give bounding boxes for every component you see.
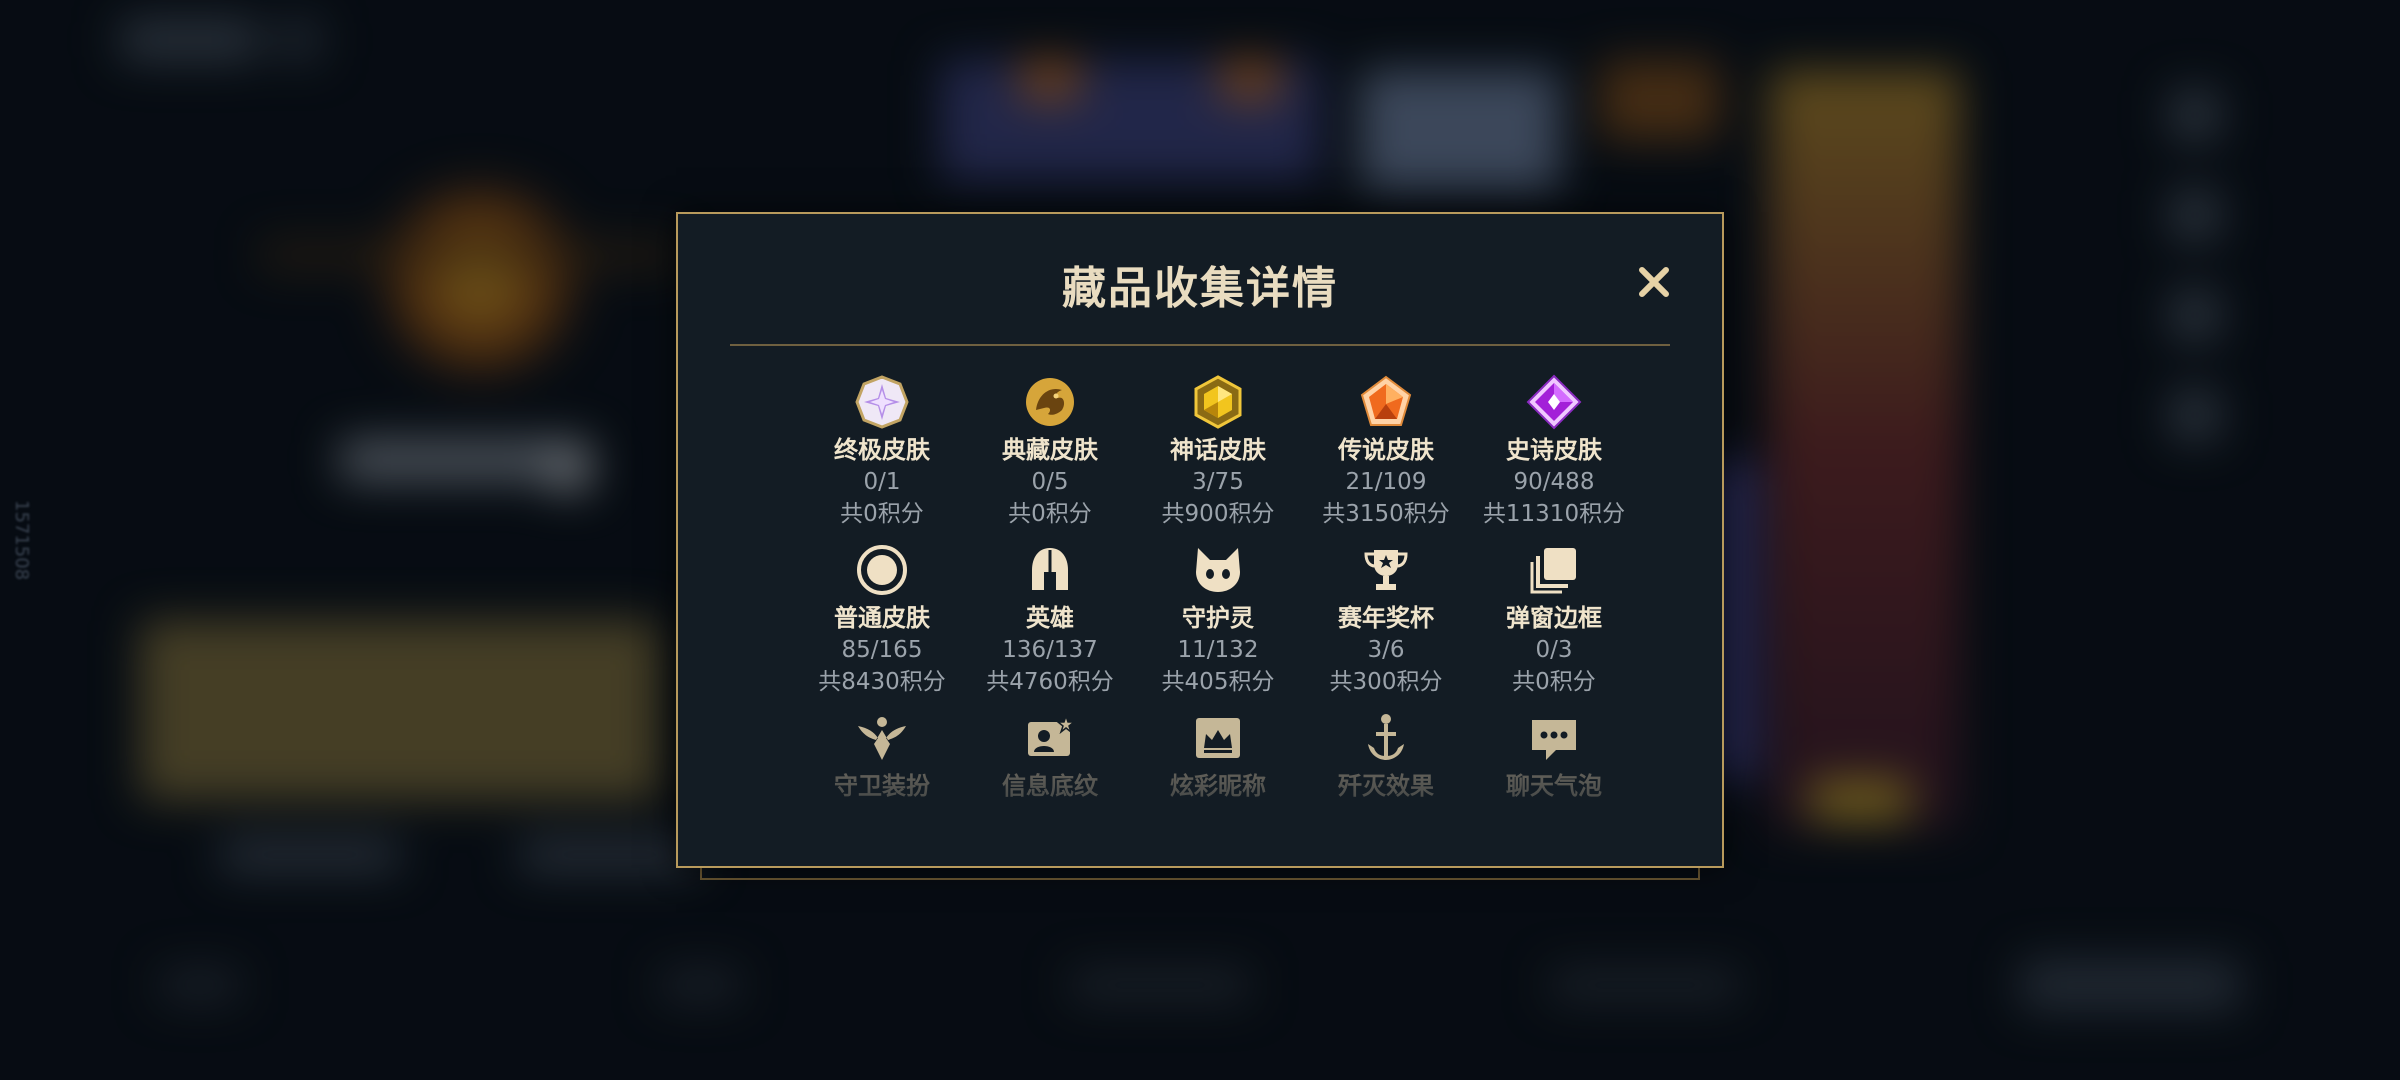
epic-skin-icon <box>1526 374 1582 430</box>
item-points: 共405积分 <box>1161 669 1275 695</box>
modal-bottom-trim <box>700 868 1700 880</box>
item-points: 共900积分 <box>1161 501 1275 527</box>
item-points: 共3150积分 <box>1322 501 1450 527</box>
item-name: 赛年奖杯 <box>1338 604 1434 632</box>
nickname-icon <box>1190 710 1246 766</box>
item-name: 聊天气泡 <box>1506 772 1602 800</box>
collection-item-colorful-nickname[interactable]: 炫彩昵称 <box>1134 710 1302 866</box>
close-button[interactable] <box>1634 262 1674 302</box>
item-points: 共11310积分 <box>1482 501 1626 527</box>
collection-item-ward-skin[interactable]: 守卫装扮 <box>798 710 966 866</box>
item-name: 普通皮肤 <box>834 604 930 632</box>
item-count: 0/3 <box>1535 637 1573 663</box>
item-name: 神话皮肤 <box>1170 436 1266 464</box>
ultimate-skin-icon <box>854 374 910 430</box>
pet-icon <box>1190 542 1246 598</box>
collection-item-normal-skin[interactable]: 普通皮肤 85/165 共8430积分 <box>798 542 966 698</box>
collector-skin-icon <box>1022 374 1078 430</box>
collection-item-hero[interactable]: 英雄 136/137 共4760积分 <box>966 542 1134 698</box>
frame-icon <box>1526 542 1582 598</box>
item-points: 共0积分 <box>840 501 924 527</box>
item-name: 传说皮肤 <box>1338 436 1434 464</box>
item-count: 21/109 <box>1345 469 1427 495</box>
item-count: 90/488 <box>1513 469 1595 495</box>
collection-item-mythic-skin[interactable]: 神话皮肤 3/75 共900积分 <box>1134 374 1302 530</box>
item-name: 歼灭效果 <box>1338 772 1434 800</box>
ward-skin-icon <box>854 710 910 766</box>
normal-skin-icon <box>854 542 910 598</box>
collection-grid: 终极皮肤 0/1 共0积分 典藏皮肤 0/5 共0积分 神话皮肤 3/75 共9… <box>798 374 1638 866</box>
collection-details-modal: 藏品收集详情 终极皮肤 0/1 共0积分 典藏皮肤 0/5 共0积分 神话皮肤 … <box>676 212 1724 868</box>
close-icon <box>1639 267 1669 297</box>
item-count: 136/137 <box>1002 637 1098 663</box>
item-name: 终极皮肤 <box>834 436 930 464</box>
item-name: 史诗皮肤 <box>1506 436 1602 464</box>
item-points: 共0积分 <box>1512 669 1596 695</box>
item-points: 共300积分 <box>1329 669 1443 695</box>
chat-bubble-icon <box>1526 710 1582 766</box>
elimination-effect-icon <box>1358 710 1414 766</box>
profile-card-icon <box>1022 710 1078 766</box>
side-id-text: 1571508 <box>11 500 32 581</box>
item-points: 共0积分 <box>1008 501 1092 527</box>
collection-item-legendary-skin[interactable]: 传说皮肤 21/109 共3150积分 <box>1302 374 1470 530</box>
item-count: 3/6 <box>1367 637 1405 663</box>
collection-item-profile-card[interactable]: 信息底纹 <box>966 710 1134 866</box>
mythic-skin-icon <box>1190 374 1246 430</box>
modal-title: 藏品收集详情 <box>1062 263 1338 314</box>
item-name: 炫彩昵称 <box>1170 772 1266 800</box>
collection-item-collector-skin[interactable]: 典藏皮肤 0/5 共0积分 <box>966 374 1134 530</box>
item-name: 英雄 <box>1026 604 1074 632</box>
item-name: 守卫装扮 <box>834 772 930 800</box>
trophy-icon <box>1358 542 1414 598</box>
item-count: 3/75 <box>1192 469 1244 495</box>
item-points: 共8430积分 <box>818 669 946 695</box>
item-points: 共4760积分 <box>986 669 1114 695</box>
item-count: 0/1 <box>863 469 901 495</box>
collection-item-season-trophy[interactable]: 赛年奖杯 3/6 共300积分 <box>1302 542 1470 698</box>
collection-item-elimination-effect[interactable]: 歼灭效果 <box>1302 710 1470 866</box>
helmet-icon <box>1022 542 1078 598</box>
legendary-skin-icon <box>1358 374 1414 430</box>
item-name: 守护灵 <box>1182 604 1254 632</box>
item-name: 信息底纹 <box>1002 772 1098 800</box>
item-count: 11/132 <box>1177 637 1259 663</box>
collection-item-chat-bubble[interactable]: 聊天气泡 <box>1470 710 1638 866</box>
collection-item-epic-skin[interactable]: 史诗皮肤 90/488 共11310积分 <box>1470 374 1638 530</box>
collection-item-pet[interactable]: 守护灵 11/132 共405积分 <box>1134 542 1302 698</box>
item-count: 85/165 <box>841 637 923 663</box>
item-count: 0/5 <box>1031 469 1069 495</box>
collection-item-popup-frame[interactable]: 弹窗边框 0/3 共0积分 <box>1470 542 1638 698</box>
item-name: 弹窗边框 <box>1506 604 1602 632</box>
collection-item-ultimate-skin[interactable]: 终极皮肤 0/1 共0积分 <box>798 374 966 530</box>
item-name: 典藏皮肤 <box>1002 436 1098 464</box>
title-divider <box>730 344 1670 346</box>
